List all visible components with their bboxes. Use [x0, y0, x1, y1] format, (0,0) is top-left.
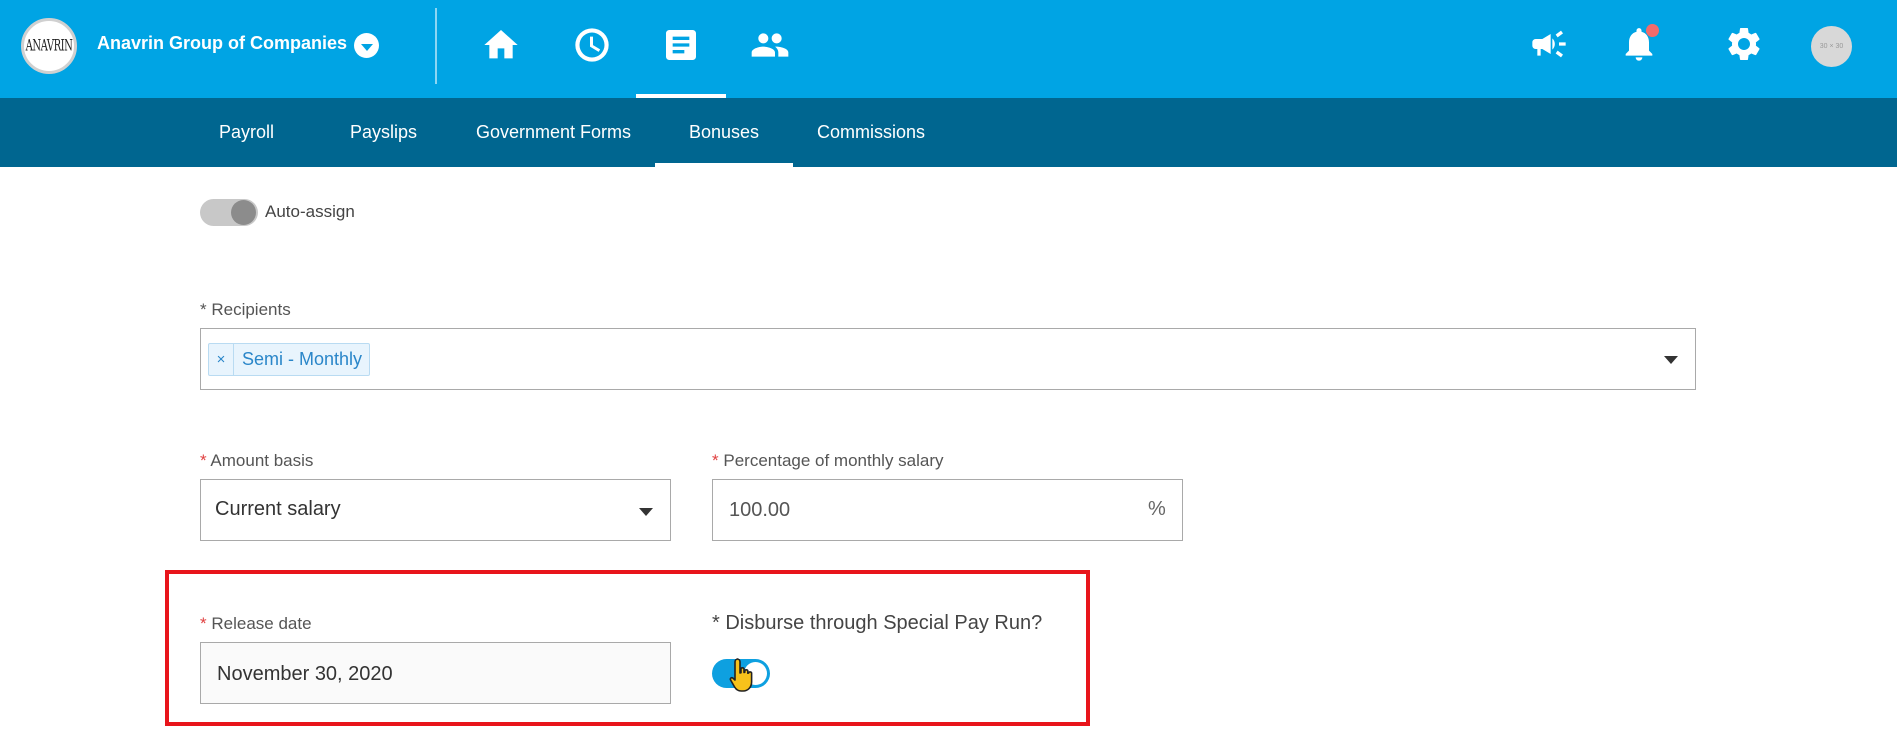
amount-basis-label: * Amount basis — [200, 451, 313, 471]
toggle-knob — [231, 200, 256, 225]
percentage-unit: % — [1148, 498, 1166, 520]
company-dropdown-icon[interactable] — [354, 33, 379, 58]
company-name[interactable]: Anavrin Group of Companies — [97, 33, 347, 54]
remove-tag-icon[interactable]: × — [209, 344, 234, 375]
recipient-tag-label: Semi - Monthly — [242, 349, 363, 369]
tab-payslips[interactable]: Payslips — [350, 98, 417, 167]
required-mark: * — [200, 614, 207, 633]
gear-icon[interactable] — [1722, 22, 1766, 66]
release-date-field[interactable]: November 30, 2020 — [200, 642, 671, 704]
amount-basis-label-text: Amount basis — [210, 451, 314, 470]
percentage-field[interactable]: 100.00 % — [712, 479, 1183, 541]
auto-assign-toggle[interactable] — [200, 199, 258, 226]
tab-government-forms[interactable]: Government Forms — [476, 98, 631, 167]
required-mark: * — [200, 451, 207, 470]
tab-bonuses[interactable]: Bonuses — [654, 98, 794, 167]
chevron-down-icon[interactable] — [1664, 356, 1678, 364]
auto-assign-label: Auto-assign — [265, 202, 355, 221]
release-date-label: * Release date — [200, 614, 312, 634]
top-bar: ANAVRIN Anavrin Group of Companies 30 × … — [0, 0, 1897, 98]
amount-basis-select[interactable]: Current salary — [200, 479, 671, 541]
clock-icon[interactable] — [562, 18, 622, 72]
release-date-value: November 30, 2020 — [217, 663, 393, 685]
megaphone-icon[interactable] — [1527, 22, 1571, 66]
recipients-label: * Recipients — [200, 300, 291, 319]
tab-payroll[interactable]: Payroll — [219, 98, 274, 167]
document-icon[interactable] — [636, 18, 726, 98]
notification-dot — [1646, 24, 1659, 37]
bell-icon[interactable] — [1617, 22, 1661, 66]
avatar[interactable]: 30 × 30 — [1811, 26, 1852, 67]
hand-cursor-icon — [729, 658, 753, 692]
disburse-label: * Disburse through Special Pay Run? — [712, 612, 1043, 634]
required-mark: * — [712, 451, 719, 470]
tab-commissions[interactable]: Commissions — [817, 98, 925, 167]
people-icon[interactable] — [740, 18, 800, 72]
home-icon[interactable] — [471, 18, 531, 72]
recipients-select[interactable]: × Semi - Monthly — [200, 328, 1696, 390]
recipient-tag: × Semi - Monthly — [208, 343, 371, 376]
sub-navigation: Payroll Payslips Government Forms Bonuse… — [0, 98, 1897, 167]
amount-basis-value: Current salary — [215, 498, 341, 520]
chevron-down-icon[interactable] — [639, 508, 653, 516]
divider — [435, 8, 437, 84]
percentage-label: * Percentage of monthly salary — [712, 451, 944, 471]
company-logo[interactable]: ANAVRIN — [21, 18, 77, 74]
percentage-label-text: Percentage of monthly salary — [723, 451, 944, 470]
percentage-value: 100.00 — [729, 499, 791, 521]
release-date-label-text: Release date — [211, 614, 312, 633]
